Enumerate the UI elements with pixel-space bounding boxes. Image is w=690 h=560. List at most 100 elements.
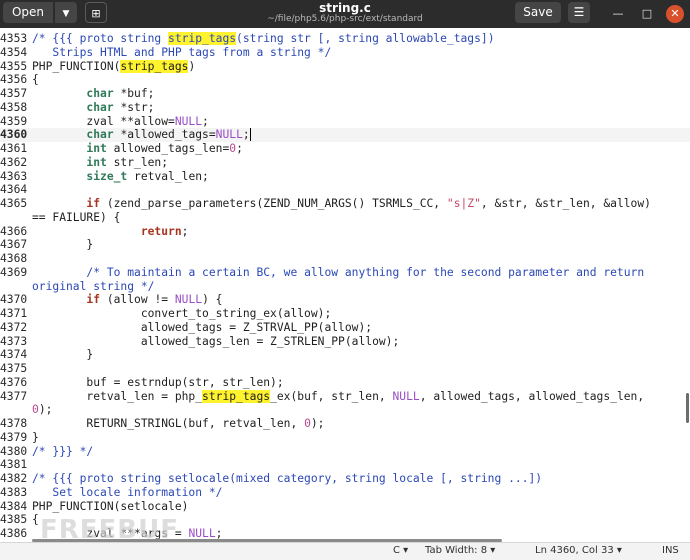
code-line[interactable]: char *str; xyxy=(32,101,154,115)
code-line[interactable]: int allowed_tags_len=0; xyxy=(32,142,243,156)
line-number: 4378 xyxy=(0,417,28,430)
code-line[interactable]: /* {{{ proto string strip_tags(string st… xyxy=(32,32,495,46)
line-number: 4381 xyxy=(0,458,28,472)
code-line[interactable]: char *buf; xyxy=(32,87,154,101)
code-line[interactable]: /* }}} */ xyxy=(32,445,93,459)
code-line[interactable]: PHP_FUNCTION(setlocale) xyxy=(32,500,188,514)
code-line[interactable]: { xyxy=(32,513,39,527)
code-line[interactable]: PHP_FUNCTION(strip_tags) xyxy=(32,59,196,74)
code-token: (string str [, string allowable_tags]) xyxy=(236,32,495,45)
save-button[interactable]: Save xyxy=(515,2,561,23)
chevron-down-icon: ▾ xyxy=(490,545,496,556)
line-number: 4359 xyxy=(0,114,28,128)
code-line[interactable]: allowed_tags_len = Z_STRLEN_PP(allow); xyxy=(32,335,399,349)
code-token: char xyxy=(86,128,114,142)
code-line[interactable]: /* To maintain a certain BC, we allow an… xyxy=(32,266,644,280)
code-token: allowed_tags = Z_STRVAL_PP(allow); xyxy=(32,320,373,334)
code-token: ; xyxy=(202,114,209,128)
code-line[interactable]: } xyxy=(32,431,39,445)
code-line[interactable]: Strips HTML and PHP tags from a string *… xyxy=(32,46,331,60)
code-token: { xyxy=(32,73,39,87)
code-line[interactable]: int str_len; xyxy=(32,156,168,170)
code-token: zval **allow= xyxy=(32,114,175,128)
code-line[interactable]: allowed_tags = Z_STRVAL_PP(allow); xyxy=(32,321,372,335)
search-match: strip_tags xyxy=(168,32,237,45)
line-number: 4365 xyxy=(0,197,28,210)
code-token: PHP_FUNCTION( xyxy=(32,59,121,73)
new-tab-button[interactable]: ⊞ xyxy=(85,2,107,23)
code-token: ; xyxy=(236,142,243,155)
code-token: , &str, &str_len, &allow) xyxy=(480,197,651,210)
maximize-button[interactable]: □ xyxy=(638,5,656,23)
code-token: *allowed_tags= xyxy=(113,128,216,142)
line-number: 4353 xyxy=(0,32,28,45)
chevron-down-icon: ▾ xyxy=(403,545,409,556)
code-token: char xyxy=(86,87,114,100)
code-line[interactable]: if (allow != NULL) { xyxy=(32,293,222,307)
code-line[interactable]: return; xyxy=(32,225,189,239)
minimize-button[interactable]: — xyxy=(609,5,627,23)
code-line[interactable]: char *allowed_tags=NULL; xyxy=(32,128,251,142)
wrapped-code-line[interactable]: original string */ xyxy=(32,280,154,294)
code-token: 0 xyxy=(304,417,311,430)
code-line[interactable]: { xyxy=(32,73,39,87)
code-token: (allow != xyxy=(100,293,175,307)
code-token: ) xyxy=(188,59,196,73)
code-line[interactable]: if (zend_parse_parameters(ZEND_NUM_ARGS(… xyxy=(32,197,651,211)
code-token: /* To maintain a certain BC, we allow an… xyxy=(86,265,645,279)
code-line[interactable]: size_t retval_len; xyxy=(32,169,208,184)
insert-mode[interactable]: INS xyxy=(662,545,679,556)
minimize-icon: — xyxy=(612,7,624,20)
code-line[interactable]: Set locale information */ xyxy=(32,486,222,500)
code-editor[interactable]: 4353 /* {{{ proto string strip_tags(strin… xyxy=(0,28,690,542)
wrapped-code-line[interactable]: == FAILURE) { xyxy=(32,211,120,225)
line-number: 4361 xyxy=(0,142,28,155)
open-menu-button[interactable]: ▼ xyxy=(55,2,77,23)
code-line[interactable]: } xyxy=(32,348,93,362)
line-number: 4383 xyxy=(0,485,28,499)
line-number: 4362 xyxy=(0,155,28,169)
code-line[interactable]: retval_len = php_strip_tags_ex(buf, str_… xyxy=(32,389,644,404)
close-button[interactable]: ✕ xyxy=(666,5,684,23)
code-line[interactable]: convert_to_string_ex(allow); xyxy=(32,307,331,321)
code-token: char xyxy=(86,100,114,114)
menu-button[interactable]: ☰ xyxy=(568,2,590,23)
code-line[interactable]: RETURN_STRINGL(buf, retval_len, 0); xyxy=(32,417,324,431)
wrapped-code-line[interactable]: 0); xyxy=(32,403,52,417)
code-line[interactable]: } xyxy=(32,238,93,252)
tab-width-selector[interactable]: Tab Width: 8 ▾ xyxy=(425,545,495,556)
language-selector[interactable]: C ▾ xyxy=(393,545,408,556)
line-number: 4364 xyxy=(0,183,28,197)
line-number: 4376 xyxy=(0,375,28,389)
new-document-icon: ⊞ xyxy=(91,7,101,20)
code-token: int xyxy=(86,155,107,169)
code-token: (zend_parse_parameters(ZEND_NUM_ARGS() T… xyxy=(100,197,447,210)
code-token: ); xyxy=(310,417,325,430)
code-token: /* {{{ proto string xyxy=(32,32,169,45)
code-line[interactable]: zval **allow=NULL; xyxy=(32,114,209,129)
cursor-position[interactable]: Ln 4360, Col 33 ▾ xyxy=(535,545,622,556)
line-number: 4363 xyxy=(0,169,28,183)
code-token: *buf; xyxy=(113,87,155,100)
code-token: *str; xyxy=(113,100,155,114)
code-line[interactable]: /* {{{ proto string setlocale(mixed cate… xyxy=(32,472,542,486)
code-token: Set locale information */ xyxy=(32,485,223,499)
line-number: 4377 xyxy=(0,389,28,403)
line-number: 4370 xyxy=(0,293,28,307)
code-token: { xyxy=(32,513,39,527)
code-token: ); xyxy=(38,403,53,417)
code-token: retval_len = php_ xyxy=(32,389,203,403)
code-token: int xyxy=(86,142,107,155)
code-token: size_t xyxy=(86,169,128,183)
line-number: 4374 xyxy=(0,348,28,362)
header-bar: Open ▼ ⊞ string.c ~/file/php5.6/php-src/… xyxy=(0,0,690,28)
code-line[interactable]: buf = estrndup(str, str_len); xyxy=(32,376,283,390)
status-bar: C ▾ Tab Width: 8 ▾ Ln 4360, Col 33 ▾ INS xyxy=(0,542,690,560)
vertical-scrollbar[interactable] xyxy=(686,393,689,423)
open-button[interactable]: Open xyxy=(3,2,53,23)
